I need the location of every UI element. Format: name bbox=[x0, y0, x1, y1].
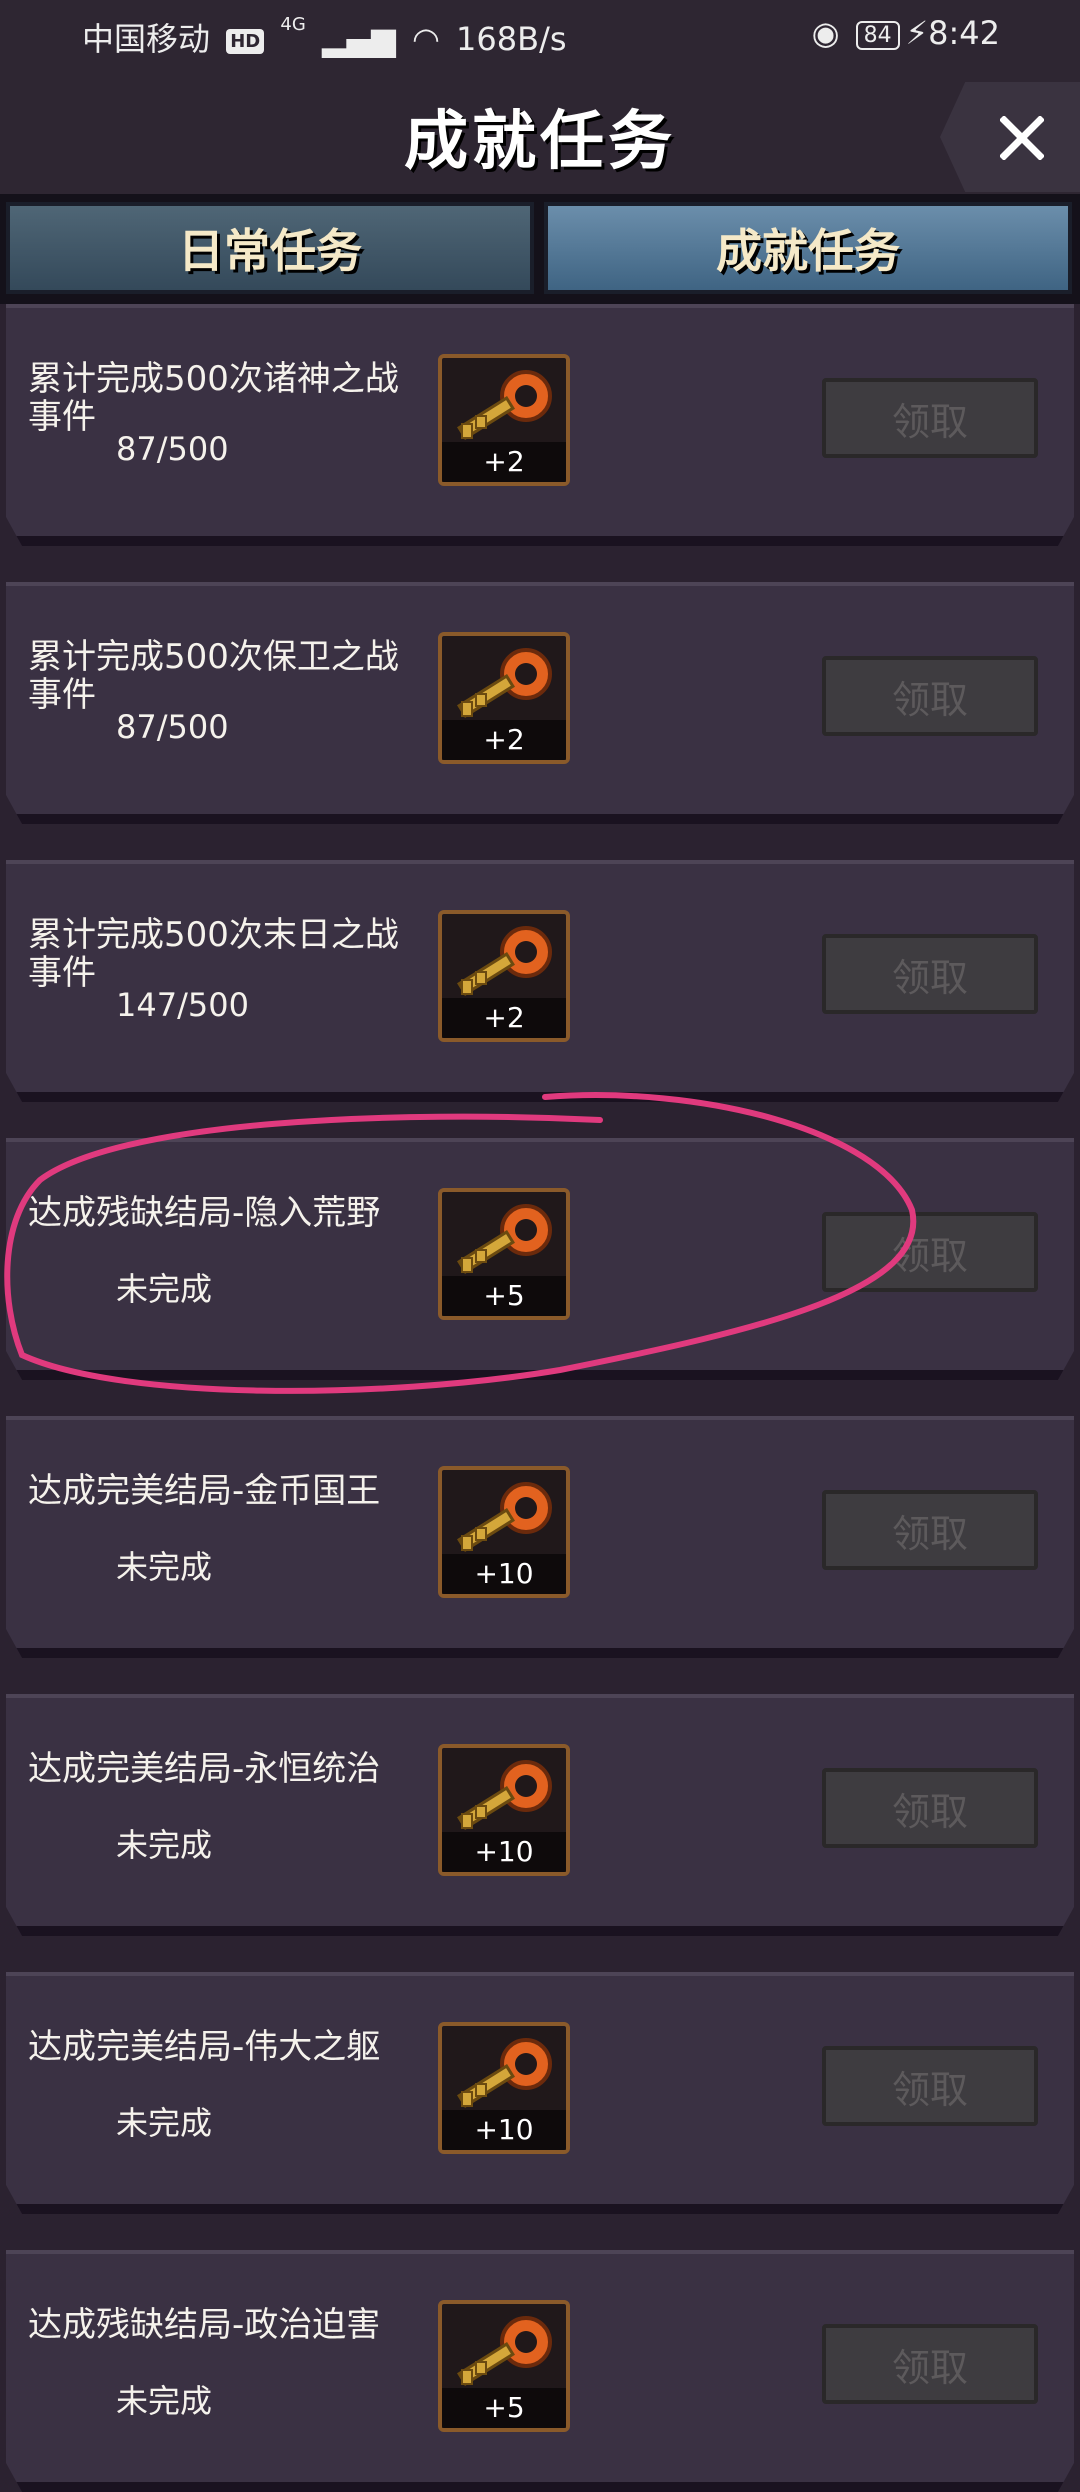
key-icon bbox=[457, 1204, 552, 1274]
status-left: 中国移动 HD 4G ▂▄▆ ◠ 168B/s bbox=[82, 14, 573, 60]
task-title: 累计完成500次保卫之战事件 bbox=[28, 637, 399, 715]
task-progress: 未完成 bbox=[116, 1270, 213, 1308]
reward-slot: +10 bbox=[438, 2022, 570, 2154]
key-icon bbox=[457, 2316, 552, 2386]
reward-count: +2 bbox=[442, 442, 566, 482]
status-right: ◉ 84 ⚡8:42 bbox=[812, 14, 1000, 52]
carrier-label: 中国移动 bbox=[82, 20, 211, 58]
reward-slot: +10 bbox=[438, 1744, 570, 1876]
task-card: 达成残缺结局-隐入荒野 未完成 +5 领取 bbox=[6, 1138, 1074, 1380]
eye-icon: ◉ bbox=[811, 14, 840, 52]
task-progress: 147/500 bbox=[116, 986, 249, 1024]
task-progress: 未完成 bbox=[116, 1548, 213, 1586]
task-card: 累计完成500次末日之战事件 147/500 +2 领取 bbox=[6, 860, 1074, 1102]
claim-button[interactable]: 领取 bbox=[822, 656, 1038, 736]
hd-badge: HD bbox=[226, 28, 265, 54]
reward-slot: +5 bbox=[438, 2300, 570, 2432]
task-progress: 87/500 bbox=[116, 430, 229, 468]
task-card: 累计完成500次保卫之战事件 87/500 +2 领取 bbox=[6, 582, 1074, 824]
reward-count: +10 bbox=[442, 1832, 566, 1872]
reward-count: +10 bbox=[442, 1554, 566, 1594]
charging-icon: ⚡ bbox=[905, 14, 929, 52]
status-bar: 中国移动 HD 4G ▂▄▆ ◠ 168B/s ◉ 84 ⚡8:42 bbox=[0, 0, 1080, 72]
task-title: 达成完美结局-伟大之躯 bbox=[28, 2027, 381, 2067]
key-icon bbox=[457, 2038, 552, 2108]
battery-level: 84 bbox=[855, 20, 900, 50]
reward-count: +2 bbox=[442, 720, 566, 760]
task-title: 累计完成500次诸神之战事件 bbox=[28, 359, 399, 437]
claim-button[interactable]: 领取 bbox=[822, 934, 1038, 1014]
claim-button[interactable]: 领取 bbox=[822, 1212, 1038, 1292]
reward-slot: +5 bbox=[438, 1188, 570, 1320]
tab-bar: 日常任务 成就任务 bbox=[0, 194, 1080, 304]
claim-button[interactable]: 领取 bbox=[822, 1768, 1038, 1848]
task-progress: 未完成 bbox=[116, 1826, 213, 1864]
close-icon bbox=[1000, 116, 1044, 160]
task-progress: 未完成 bbox=[116, 2104, 213, 2142]
task-progress: 87/500 bbox=[116, 708, 229, 746]
reward-count: +5 bbox=[442, 2388, 566, 2428]
reward-count: +5 bbox=[442, 1276, 566, 1316]
network-label: 4G bbox=[280, 14, 306, 35]
tab-daily-tasks[interactable]: 日常任务 bbox=[6, 202, 534, 294]
net-speed: 168B/s bbox=[456, 20, 567, 58]
task-title: 达成残缺结局-政治迫害 bbox=[28, 2305, 381, 2345]
clock: 8:42 bbox=[928, 14, 1000, 52]
wifi-icon: ◠ bbox=[411, 20, 440, 58]
signal-icon: ▂▄▆ bbox=[321, 20, 396, 58]
task-title: 达成完美结局-永恒统治 bbox=[28, 1749, 381, 1789]
task-card: 达成完美结局-永恒统治 未完成 +10 领取 bbox=[6, 1694, 1074, 1936]
reward-count: +2 bbox=[442, 998, 566, 1038]
task-card: 达成完美结局-金币国王 未完成 +10 领取 bbox=[6, 1416, 1074, 1658]
key-icon bbox=[457, 1482, 552, 1552]
key-icon bbox=[457, 370, 552, 440]
key-icon bbox=[457, 926, 552, 996]
task-card: 累计完成500次诸神之战事件 87/500 +2 领取 bbox=[6, 304, 1074, 546]
claim-button[interactable]: 领取 bbox=[822, 378, 1038, 458]
tab-achievement-tasks[interactable]: 成就任务 bbox=[544, 202, 1072, 294]
task-card: 达成完美结局-伟大之躯 未完成 +10 领取 bbox=[6, 1972, 1074, 2214]
page-title: 成就任务 bbox=[404, 105, 676, 179]
task-title: 累计完成500次末日之战事件 bbox=[28, 915, 399, 993]
task-card: 达成残缺结局-政治迫害 未完成 +5 领取 bbox=[6, 2250, 1074, 2492]
key-icon bbox=[457, 648, 552, 718]
claim-button[interactable]: 领取 bbox=[822, 2046, 1038, 2126]
title-bar: 成就任务 bbox=[0, 72, 1080, 194]
claim-button[interactable]: 领取 bbox=[822, 2324, 1038, 2404]
task-title: 达成完美结局-金币国王 bbox=[28, 1471, 381, 1511]
reward-slot: +10 bbox=[438, 1466, 570, 1598]
task-title: 达成残缺结局-隐入荒野 bbox=[28, 1193, 381, 1233]
reward-slot: +2 bbox=[438, 632, 570, 764]
task-progress: 未完成 bbox=[116, 2382, 213, 2420]
key-icon bbox=[457, 1760, 552, 1830]
claim-button[interactable]: 领取 bbox=[822, 1490, 1038, 1570]
reward-slot: +2 bbox=[438, 910, 570, 1042]
reward-slot: +2 bbox=[438, 354, 570, 486]
close-button[interactable] bbox=[940, 82, 1080, 192]
reward-count: +10 bbox=[442, 2110, 566, 2150]
